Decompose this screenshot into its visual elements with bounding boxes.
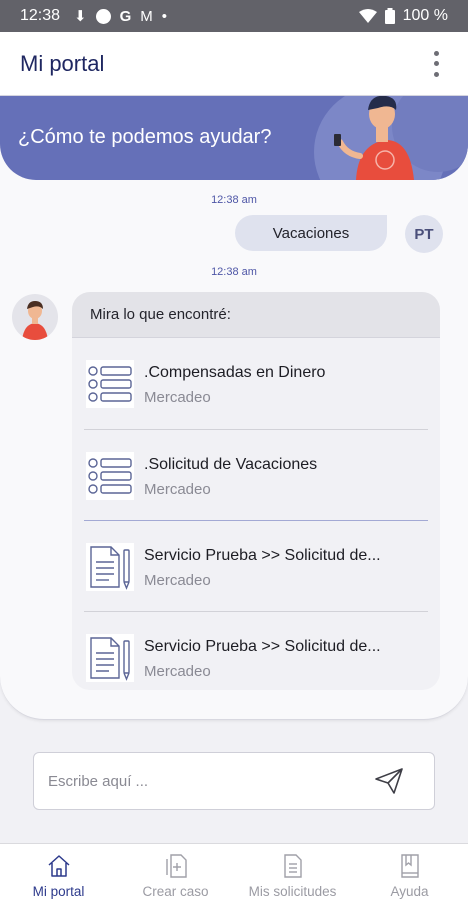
more-options-icon[interactable] <box>424 49 448 79</box>
status-bar: 12:38 ⬇ G M • 100 % <box>0 0 468 32</box>
nav-item-mi-portal[interactable]: Mi portal <box>0 844 117 900</box>
result-list: .Compensadas en Dinero Mercadeo .Solicit… <box>72 338 440 690</box>
nav-label: Mis solicitudes <box>248 884 337 899</box>
send-icon[interactable] <box>372 764 406 798</box>
result-title: .Solicitud de Vacaciones <box>144 456 318 473</box>
user-avatar: PT <box>405 215 443 253</box>
result-item[interactable]: .Compensadas en Dinero Mercadeo <box>84 338 428 429</box>
help-banner: ¿Cómo te podemos ayudar? <box>0 96 468 180</box>
nav-label: Mi portal <box>32 884 85 899</box>
system-icons: 100 % <box>358 7 448 25</box>
app-title: Mi portal <box>20 50 105 76</box>
notification-app-icon <box>95 8 111 24</box>
result-subtitle: Mercadeo <box>144 481 211 498</box>
battery-level: 100 % <box>402 7 448 24</box>
bot-response-card: Mira lo que encontré: .Compensadas en Di… <box>72 292 440 690</box>
download-icon: ⬇ <box>74 8 87 25</box>
status-time: 12:38 <box>20 7 61 24</box>
result-subtitle: Mercadeo <box>144 572 211 589</box>
nav-item-crear-caso[interactable]: Crear caso <box>117 844 234 900</box>
chat-panel: ¿Cómo te podemos ayudar? 12:38 am Vacaci… <box>0 96 468 720</box>
bot-intro-text: Mira lo que encontré: <box>72 292 440 338</box>
user-message-bubble: Vacaciones <box>235 215 387 251</box>
home-icon <box>46 853 72 879</box>
result-title: Servicio Prueba >> Solicitud de... <box>144 547 381 564</box>
battery-icon <box>384 8 395 24</box>
message-composer <box>33 752 435 810</box>
result-subtitle: Mercadeo <box>144 663 211 680</box>
list-icon <box>86 360 134 408</box>
result-item[interactable]: Servicio Prueba >> Solicitud de... Merca… <box>84 520 428 611</box>
nav-label: Crear caso <box>142 884 209 899</box>
nav-item-ayuda[interactable]: Ayuda <box>351 844 468 900</box>
google-icon: G <box>119 7 132 25</box>
new-case-icon <box>164 853 188 879</box>
nav-label: Ayuda <box>390 884 429 899</box>
result-subtitle: Mercadeo <box>144 389 211 406</box>
notification-icons: ⬇ G M • <box>74 7 168 26</box>
message-input[interactable] <box>48 772 372 790</box>
app-bar: Mi portal <box>0 32 468 96</box>
document-icon <box>86 543 134 591</box>
message-timestamp: 12:38 am <box>211 194 257 206</box>
document-icon <box>86 634 134 682</box>
nav-item-mis-solicitudes[interactable]: Mis solicitudes <box>234 844 351 900</box>
wifi-icon <box>358 9 377 23</box>
list-icon <box>86 452 134 500</box>
result-item[interactable]: .Solicitud de Vacaciones Mercadeo <box>84 429 428 520</box>
bottom-navigation: Mi portal Crear caso Mis solicitudes Ayu… <box>0 843 468 900</box>
result-title: Servicio Prueba >> Solicitud de... <box>144 638 381 655</box>
person-with-phone-illustration <box>314 96 468 180</box>
bot-avatar <box>12 294 58 340</box>
banner-text: ¿Cómo te podemos ayudar? <box>18 126 272 148</box>
more-notifications-icon: • <box>161 7 168 25</box>
help-book-icon <box>399 853 421 879</box>
bot-timestamp: 12:38 am <box>211 266 257 278</box>
result-item[interactable]: Servicio Prueba >> Solicitud de... Merca… <box>84 611 428 690</box>
requests-icon <box>282 853 304 879</box>
gmail-icon: M <box>140 7 153 25</box>
result-title: .Compensadas en Dinero <box>144 364 326 381</box>
